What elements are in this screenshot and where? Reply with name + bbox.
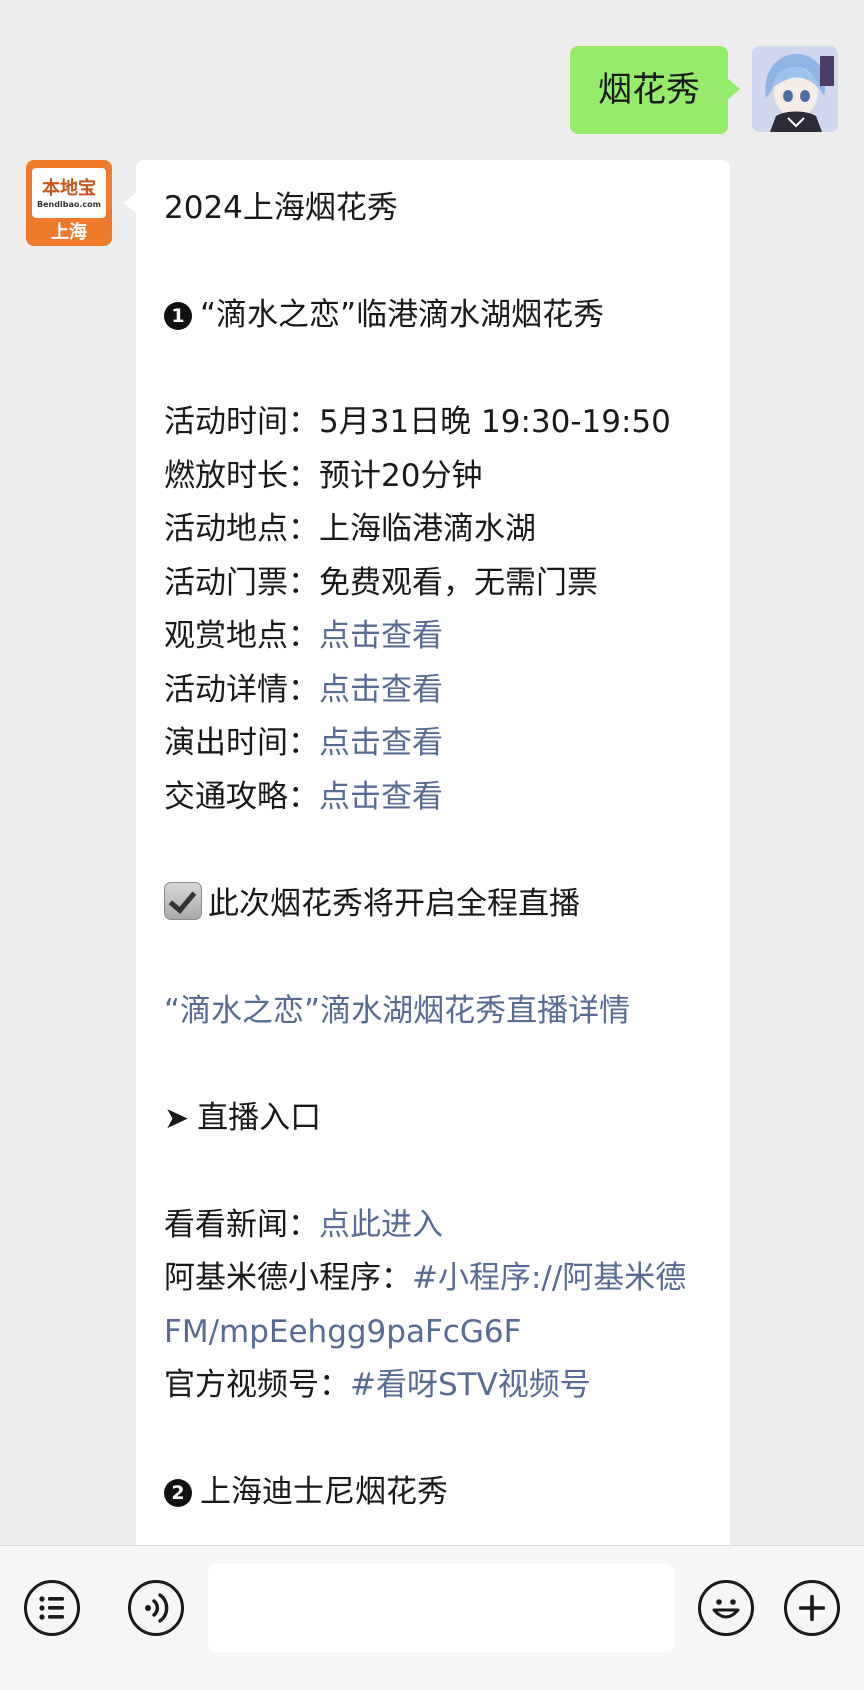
duration-label: 燃放时长： <box>164 457 319 494</box>
bendibao-logo-url: Bendibao.com <box>37 200 101 209</box>
message-body: 2024上海烟花秀 1 “滴水之恋”临港滴水湖烟花秀 活动时间：5月31日晚 19… <box>164 182 704 1520</box>
ticket-value: 免费观看，无需门票 <box>319 564 598 601</box>
section-1-heading: 1 “滴水之恋”临港滴水湖烟花秀 <box>164 289 704 343</box>
live-entry-line: ➤ 直播入口 <box>164 1092 704 1146</box>
incoming-message-bubble[interactable]: 2024上海烟花秀 1 “滴水之恋”临港滴水湖烟花秀 活动时间：5月31日晚 19… <box>124 160 730 1545</box>
news-link[interactable]: 点此进入 <box>319 1207 443 1243</box>
mini-program-line: 阿基米德小程序：#小程序://阿基米德FM/mpEehgg9paFcG6F <box>164 1252 704 1359</box>
duration-line: 燃放时长：预计20分钟 <box>164 450 704 504</box>
live-details-line: “滴水之恋”滴水湖烟花秀直播详情 <box>164 985 704 1039</box>
event-time-label: 活动时间： <box>164 404 319 440</box>
live-notice-line: 此次烟花秀将开启全程直播 <box>164 878 704 932</box>
viewing-spot-line: 观赏地点：点击查看 <box>164 610 704 664</box>
outgoing-message-row: 烟花秀 <box>570 46 838 134</box>
event-details-line: 活动详情：点击查看 <box>164 664 704 718</box>
event-time-line: 活动时间：5月31日晚 19:30-19:50 <box>164 396 704 450</box>
transport-line: 交通攻略：点击查看 <box>164 771 704 825</box>
section-2-heading: 2 上海迪士尼烟花秀 <box>164 1466 704 1520</box>
number-1-icon: 1 <box>164 302 192 330</box>
message-title: 2024上海烟花秀 <box>164 190 398 226</box>
transport-link[interactable]: 点击查看 <box>319 779 443 815</box>
ticket-line: 活动门票：免费观看，无需门票 <box>164 557 704 611</box>
section-2-title: 上海迪士尼烟花秀 <box>200 1474 448 1510</box>
bendibao-logo: 本地宝 Bendibao.com <box>32 168 106 218</box>
menu-list-icon[interactable] <box>24 1580 80 1636</box>
viewing-spot-link[interactable]: 点击查看 <box>319 618 443 654</box>
transport-label: 交通攻略： <box>164 778 319 815</box>
viewing-spot-label: 观赏地点： <box>164 618 319 654</box>
outgoing-message-text: 烟花秀 <box>598 70 700 110</box>
ticket-label: 活动门票： <box>164 564 319 601</box>
video-channel-link[interactable]: #看呀STV视频号 <box>350 1367 591 1403</box>
arrow-right-icon: ➤ <box>164 1100 190 1136</box>
video-channel-line: 官方视频号：#看呀STV视频号 <box>164 1359 704 1413</box>
event-details-label: 活动详情： <box>164 671 319 708</box>
location-label: 活动地点： <box>164 511 319 547</box>
input-toolbar <box>0 1545 864 1690</box>
message-input[interactable] <box>208 1564 674 1652</box>
news-label: 看看新闻： <box>164 1206 319 1243</box>
live-entry-text: 直播入口 <box>197 1099 322 1136</box>
location-value: 上海临港滴水湖 <box>319 511 536 547</box>
emoji-icon[interactable] <box>698 1580 754 1636</box>
showtime-label: 演出时间： <box>164 725 319 761</box>
check-mark-icon <box>164 881 202 920</box>
bendibao-avatar[interactable]: 本地宝 Bendibao.com 上海 <box>26 160 112 246</box>
duration-value: 预计20分钟 <box>319 457 483 494</box>
plus-icon[interactable] <box>784 1580 840 1636</box>
bendibao-city: 上海 <box>51 222 87 243</box>
event-details-link[interactable]: 点击查看 <box>319 672 443 708</box>
news-line: 看看新闻：点此进入 <box>164 1199 704 1253</box>
section-1-title: “滴水之恋”临港滴水湖烟花秀 <box>200 297 605 333</box>
number-2-icon: 2 <box>164 1479 192 1507</box>
live-notice-text: 此次烟花秀将开启全程直播 <box>208 885 580 922</box>
bendibao-logo-text: 本地宝 <box>42 178 96 199</box>
user-avatar[interactable] <box>752 46 838 132</box>
outgoing-message-bubble[interactable]: 烟花秀 <box>570 46 740 134</box>
live-details-link[interactable]: “滴水之恋”滴水湖烟花秀直播详情 <box>164 993 630 1029</box>
video-channel-label: 官方视频号： <box>164 1367 350 1403</box>
chat-area: 烟花秀 本地宝 Bendibao.com 上海 2024上海烟花秀 1 “滴水之… <box>0 0 864 1545</box>
event-time-value: 5月31日晚 19:30-19:50 <box>319 404 671 440</box>
mini-program-label: 阿基米德小程序： <box>164 1260 412 1296</box>
showtime-link[interactable]: 点击查看 <box>319 725 443 761</box>
voice-icon[interactable] <box>128 1580 184 1636</box>
location-line: 活动地点：上海临港滴水湖 <box>164 503 704 557</box>
showtime-line: 演出时间：点击查看 <box>164 717 704 771</box>
